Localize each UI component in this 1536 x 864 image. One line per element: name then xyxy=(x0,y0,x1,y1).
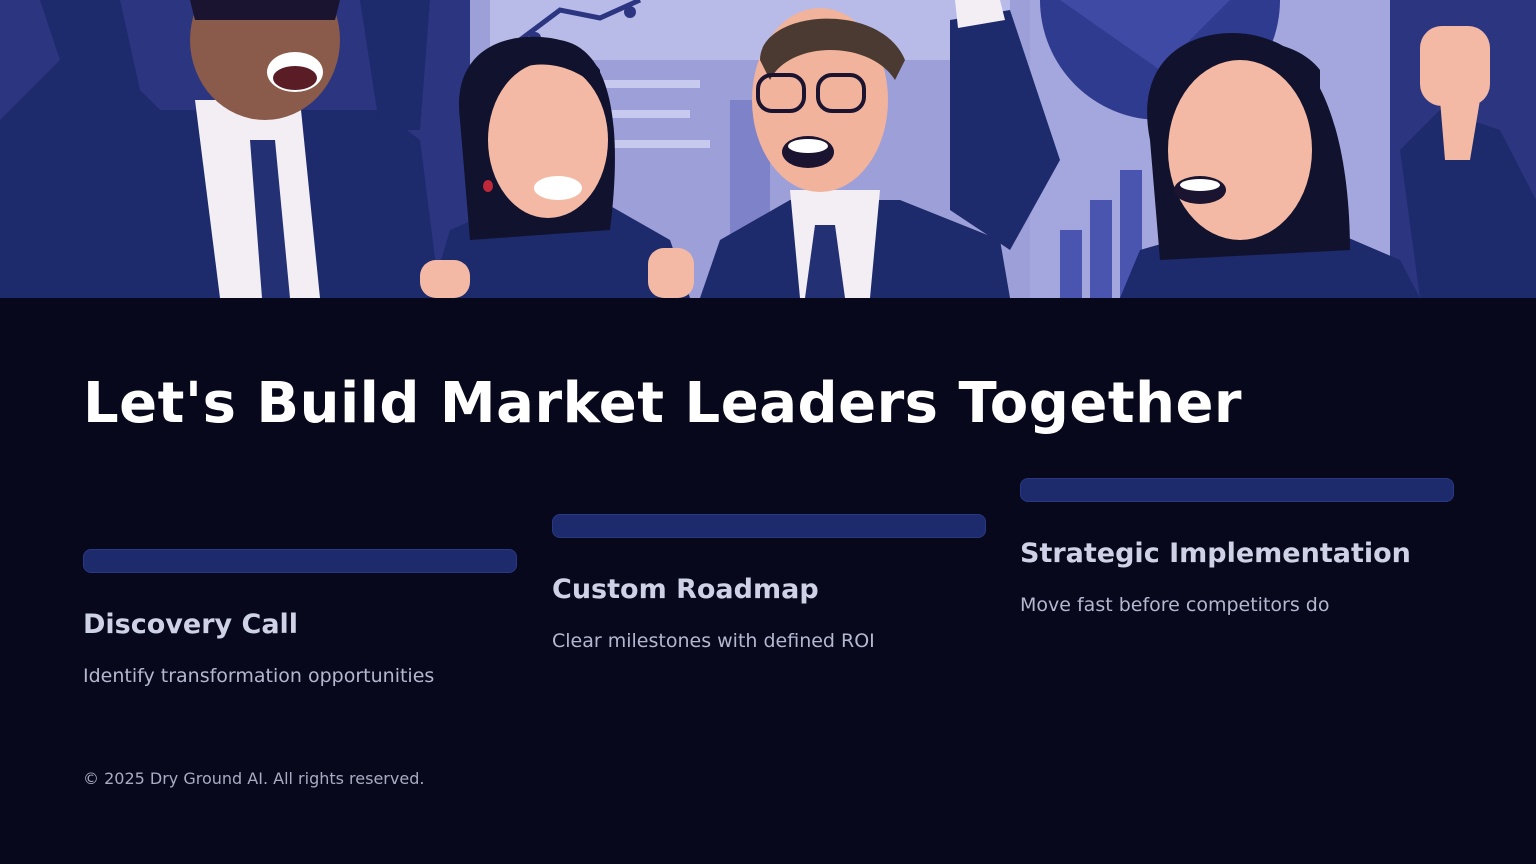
step-custom-roadmap: Custom Roadmap Clear milestones with def… xyxy=(552,514,986,653)
step-strategic-implementation: Strategic Implementation Move fast befor… xyxy=(1020,478,1454,617)
step-description: Clear milestones with defined ROI xyxy=(552,630,875,652)
step-title: Strategic Implementation xyxy=(1020,538,1411,569)
step-title: Discovery Call xyxy=(83,609,299,640)
step-progress-bar xyxy=(552,514,986,538)
step-progress-bar xyxy=(83,549,517,573)
step-description: Identify transformation opportunities xyxy=(83,665,435,687)
hero-illustration xyxy=(0,0,1536,298)
step-discovery-call: Discovery Call Identify transformation o… xyxy=(83,549,517,688)
step-description: Move fast before competitors do xyxy=(1020,594,1330,616)
team-celebrating-illustration xyxy=(0,0,1536,298)
page-title: Let's Build Market Leaders Together xyxy=(83,371,1243,436)
step-progress-bar xyxy=(1020,478,1454,502)
copyright-footer: © 2025 Dry Ground AI. All rights reserve… xyxy=(83,769,425,788)
slide: Let's Build Market Leaders Together Disc… xyxy=(0,0,1536,864)
step-title: Custom Roadmap xyxy=(552,574,819,605)
